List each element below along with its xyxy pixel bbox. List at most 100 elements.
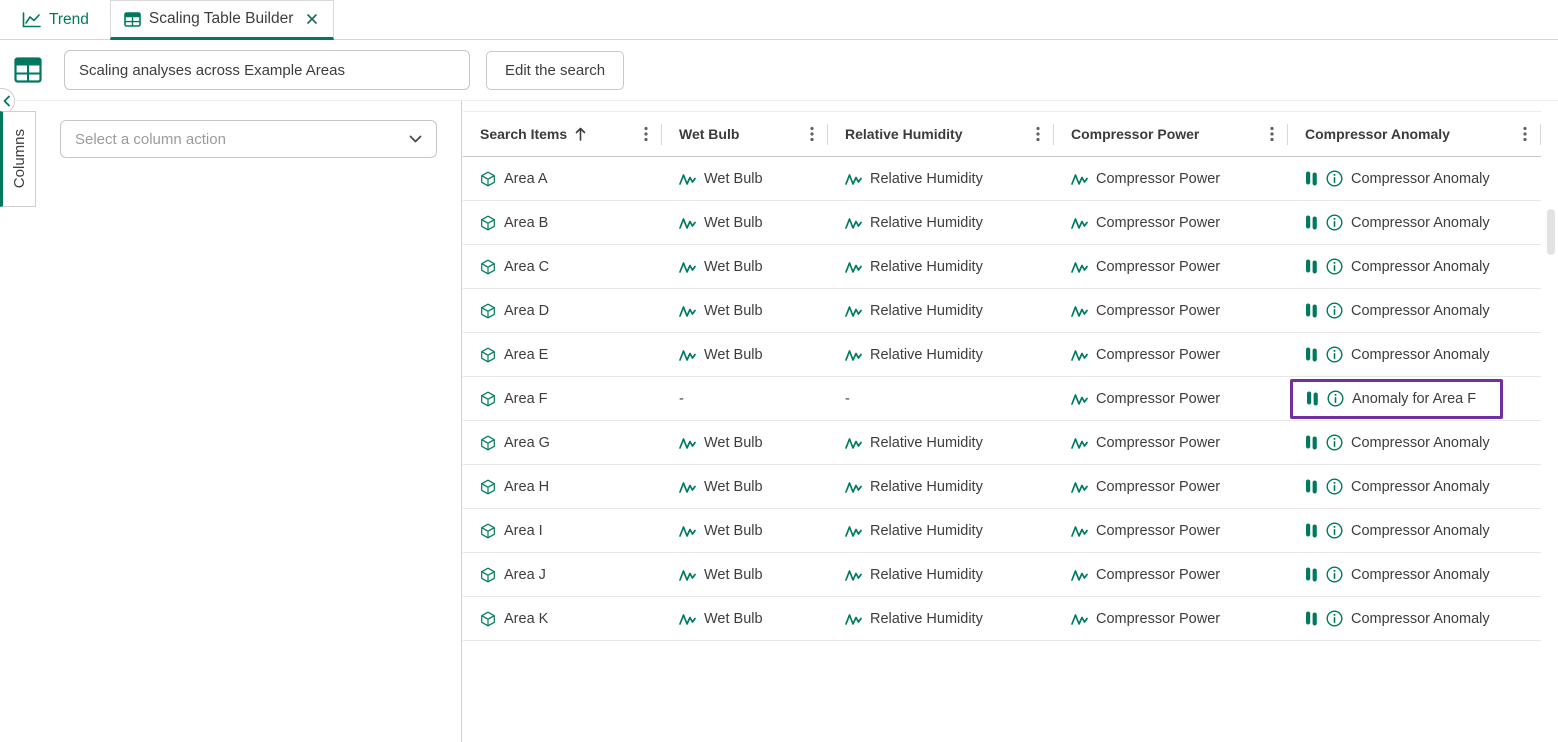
- table-row: Area HWet BulbRelative Humidity Compresso…: [463, 465, 1541, 509]
- cell-power[interactable]: Compressor Power: [1054, 377, 1288, 420]
- cell-anomaly[interactable]: Compressor Anomaly: [1288, 465, 1541, 508]
- tab-trend[interactable]: Trend: [9, 0, 102, 39]
- cell-power[interactable]: Compressor Power: [1054, 245, 1288, 288]
- cell-humidity[interactable]: -: [828, 377, 1054, 420]
- cell-power[interactable]: Compressor Power: [1054, 157, 1288, 200]
- cell-humidity[interactable]: Relative Humidity: [828, 421, 1054, 464]
- cell-humidity[interactable]: Relative Humidity: [828, 333, 1054, 376]
- cell-item[interactable]: Area E: [463, 333, 662, 376]
- cell-value: Relative Humidity: [870, 567, 983, 583]
- cell-power[interactable]: Compressor Power: [1054, 333, 1288, 376]
- column-header-humidity[interactable]: Relative Humidity: [828, 112, 1054, 156]
- signal-icon: [1071, 524, 1088, 538]
- cell-wet_bulb[interactable]: Wet Bulb: [662, 289, 828, 332]
- column-header-wet_bulb[interactable]: Wet Bulb: [662, 112, 828, 156]
- cell-item[interactable]: Area D: [463, 289, 662, 332]
- cell-humidity[interactable]: Relative Humidity: [828, 553, 1054, 596]
- info-icon[interactable]: [1326, 478, 1343, 495]
- cell-power[interactable]: Compressor Power: [1054, 597, 1288, 640]
- cell-anomaly[interactable]: Compressor Anomaly: [1288, 157, 1541, 200]
- column-header-power[interactable]: Compressor Power: [1054, 112, 1288, 156]
- edit-search-button[interactable]: Edit the search: [486, 51, 624, 90]
- table-header-row: Search ItemsWet BulbRelative HumidityCom…: [463, 111, 1541, 157]
- cell-value: Compressor Power: [1096, 567, 1220, 583]
- cell-power[interactable]: Compressor Power: [1054, 465, 1288, 508]
- cell-wet_bulb[interactable]: -: [662, 377, 828, 420]
- cell-value: Compressor Power: [1096, 479, 1220, 495]
- info-icon[interactable]: [1326, 566, 1343, 583]
- kebab-icon[interactable]: [808, 124, 816, 144]
- cell-anomaly[interactable]: Compressor Anomaly: [1288, 289, 1541, 332]
- cell-humidity[interactable]: Relative Humidity: [828, 509, 1054, 552]
- table-row: Area EWet BulbRelative HumidityCompresso…: [463, 333, 1541, 377]
- cube-icon: [480, 303, 496, 319]
- cell-anomaly[interactable]: Compressor Anomaly: [1288, 245, 1541, 288]
- cell-value: Relative Humidity: [870, 523, 983, 539]
- cell-wet_bulb[interactable]: Wet Bulb: [662, 201, 828, 244]
- columns-panel-tab[interactable]: Columns: [0, 111, 36, 207]
- info-icon[interactable]: [1326, 434, 1343, 451]
- signal-icon: [679, 172, 696, 186]
- close-icon[interactable]: [304, 11, 320, 27]
- cell-value: Wet Bulb: [704, 171, 763, 187]
- cell-wet_bulb[interactable]: Wet Bulb: [662, 509, 828, 552]
- info-icon[interactable]: [1326, 346, 1343, 363]
- cell-anomaly[interactable]: Compressor Anomaly: [1288, 509, 1541, 552]
- cell-item[interactable]: Area B: [463, 201, 662, 244]
- search-input[interactable]: [64, 50, 470, 90]
- info-icon[interactable]: [1326, 214, 1343, 231]
- cell-item[interactable]: Area F: [463, 377, 662, 420]
- scrollbar-thumb[interactable]: [1547, 209, 1555, 255]
- cell-wet_bulb[interactable]: Wet Bulb: [662, 553, 828, 596]
- cell-power[interactable]: Compressor Power: [1054, 553, 1288, 596]
- cell-anomaly[interactable]: Compressor Anomaly: [1288, 421, 1541, 464]
- cell-anomaly[interactable]: Compressor Anomaly: [1288, 201, 1541, 244]
- cell-humidity[interactable]: Relative Humidity: [828, 201, 1054, 244]
- cell-anomaly[interactable]: Anomaly for Area F: [1288, 377, 1541, 420]
- cell-humidity[interactable]: Relative Humidity: [828, 245, 1054, 288]
- info-icon[interactable]: [1326, 522, 1343, 539]
- table-builder-icon[interactable]: [14, 57, 42, 83]
- cell-wet_bulb[interactable]: Wet Bulb: [662, 421, 828, 464]
- cell-power[interactable]: Compressor Power: [1054, 509, 1288, 552]
- signal-icon: [1071, 392, 1088, 406]
- column-action-dropdown[interactable]: Select a column action: [60, 120, 437, 158]
- cell-item[interactable]: Area C: [463, 245, 662, 288]
- cell-humidity[interactable]: Relative Humidity: [828, 289, 1054, 332]
- cell-item[interactable]: Area J: [463, 553, 662, 596]
- kebab-icon[interactable]: [1034, 124, 1042, 144]
- info-icon[interactable]: [1326, 302, 1343, 319]
- info-icon[interactable]: [1326, 170, 1343, 187]
- kebab-icon[interactable]: [1521, 124, 1529, 144]
- cell-humidity[interactable]: Relative Humidity: [828, 465, 1054, 508]
- kebab-icon[interactable]: [642, 124, 650, 144]
- cell-humidity[interactable]: Relative Humidity: [828, 597, 1054, 640]
- cell-item[interactable]: Area A: [463, 157, 662, 200]
- cell-item[interactable]: Area K: [463, 597, 662, 640]
- column-header-anomaly[interactable]: Compressor Anomaly: [1288, 112, 1541, 156]
- cell-wet_bulb[interactable]: Wet Bulb: [662, 333, 828, 376]
- cell-anomaly[interactable]: Compressor Anomaly: [1288, 597, 1541, 640]
- cell-item[interactable]: Area G: [463, 421, 662, 464]
- column-header-item[interactable]: Search Items: [463, 112, 662, 156]
- cell-value: Wet Bulb: [704, 523, 763, 539]
- info-icon[interactable]: [1326, 610, 1343, 627]
- cell-wet_bulb[interactable]: Wet Bulb: [662, 597, 828, 640]
- cell-power[interactable]: Compressor Power: [1054, 421, 1288, 464]
- cell-value: -: [845, 391, 850, 407]
- cell-value: Wet Bulb: [704, 611, 763, 627]
- tab-scaling-table-builder[interactable]: Scaling Table Builder: [110, 0, 334, 40]
- cell-humidity[interactable]: Relative Humidity: [828, 157, 1054, 200]
- kebab-icon[interactable]: [1268, 124, 1276, 144]
- info-icon[interactable]: [1327, 390, 1344, 407]
- cell-item[interactable]: Area I: [463, 509, 662, 552]
- cell-wet_bulb[interactable]: Wet Bulb: [662, 157, 828, 200]
- cell-power[interactable]: Compressor Power: [1054, 201, 1288, 244]
- cell-anomaly[interactable]: Compressor Anomaly: [1288, 553, 1541, 596]
- cell-wet_bulb[interactable]: Wet Bulb: [662, 245, 828, 288]
- cell-wet_bulb[interactable]: Wet Bulb: [662, 465, 828, 508]
- cell-anomaly[interactable]: Compressor Anomaly: [1288, 333, 1541, 376]
- info-icon[interactable]: [1326, 258, 1343, 275]
- cell-item[interactable]: Area H: [463, 465, 662, 508]
- cell-power[interactable]: Compressor Power: [1054, 289, 1288, 332]
